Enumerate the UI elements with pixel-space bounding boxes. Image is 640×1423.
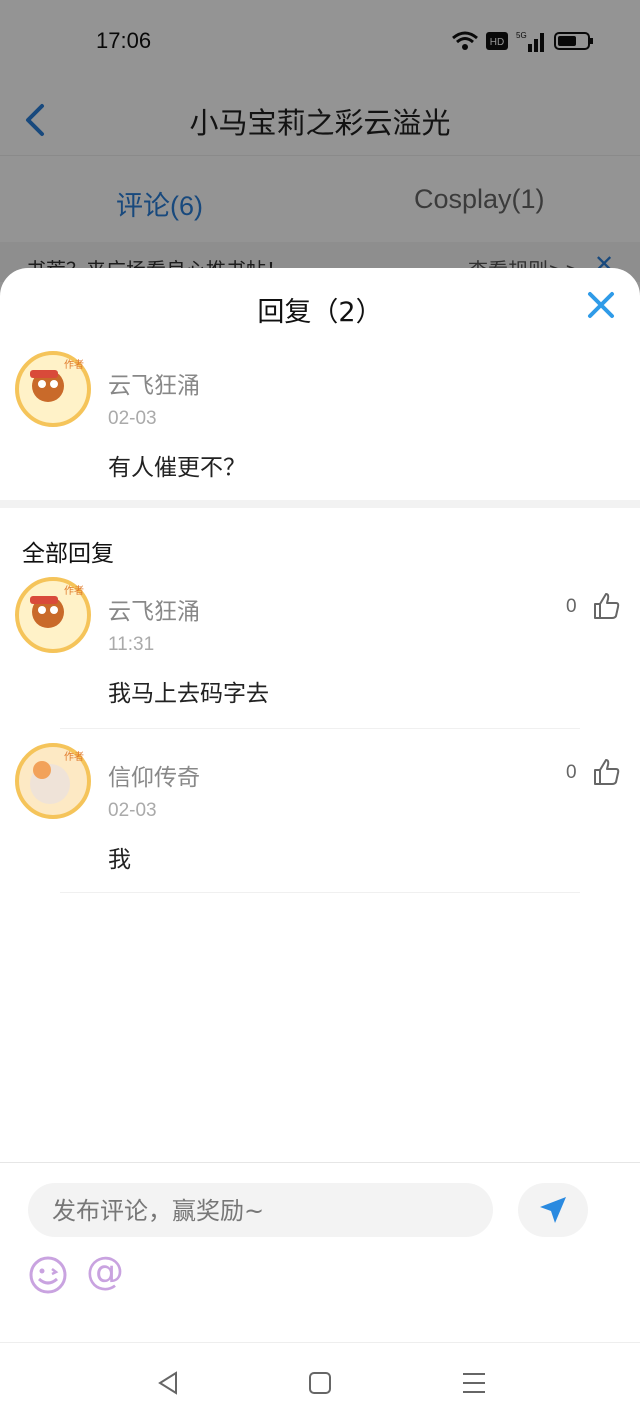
avatar-badge: 作者 (64, 359, 84, 371)
avatar[interactable]: 作者 (12, 348, 94, 430)
reply-content: 我马上去码字去 (108, 681, 269, 707)
avatar[interactable]: 作者 (12, 574, 94, 656)
avatar-badge: 作者 (64, 751, 84, 763)
avatar[interactable]: 作者 (12, 740, 94, 822)
send-button[interactable] (518, 1183, 588, 1237)
dim-overlay[interactable] (0, 0, 640, 300)
section-title: 全部回复 (22, 541, 114, 567)
system-nav-bar (0, 1342, 640, 1423)
back-triangle-icon[interactable] (154, 1369, 182, 1397)
comment-composer: @ (0, 1162, 640, 1343)
reply-username[interactable]: 信仰传奇 (108, 758, 200, 792)
menu-lines-icon[interactable] (460, 1369, 488, 1397)
thumbs-up-icon[interactable] (592, 592, 620, 620)
comment-input-box[interactable] (28, 1183, 493, 1239)
row-divider (60, 728, 580, 729)
emoji-icon[interactable] (28, 1255, 68, 1295)
home-square-icon[interactable] (306, 1369, 334, 1397)
reply-time: 02-03 (108, 800, 157, 821)
close-icon[interactable] (586, 290, 616, 320)
like-count: 0 (566, 762, 577, 783)
original-username[interactable]: 云飞狂涌 (108, 366, 200, 400)
row-divider (60, 892, 580, 893)
thumbs-up-icon[interactable] (592, 758, 620, 786)
reply-time: 11:31 (108, 634, 155, 655)
avatar-badge: 作者 (64, 585, 84, 597)
original-date: 02-03 (108, 408, 157, 429)
mention-button[interactable]: @ (86, 1249, 124, 1293)
send-icon (540, 1197, 566, 1223)
comment-input[interactable] (50, 1183, 474, 1239)
sheet-title: 回复（2） (257, 297, 383, 328)
like-count: 0 (566, 596, 577, 617)
original-content: 有人催更不？ (108, 455, 246, 481)
reply-content: 我 (108, 847, 131, 873)
section-divider (0, 500, 640, 508)
reply-username[interactable]: 云飞狂涌 (108, 592, 200, 626)
